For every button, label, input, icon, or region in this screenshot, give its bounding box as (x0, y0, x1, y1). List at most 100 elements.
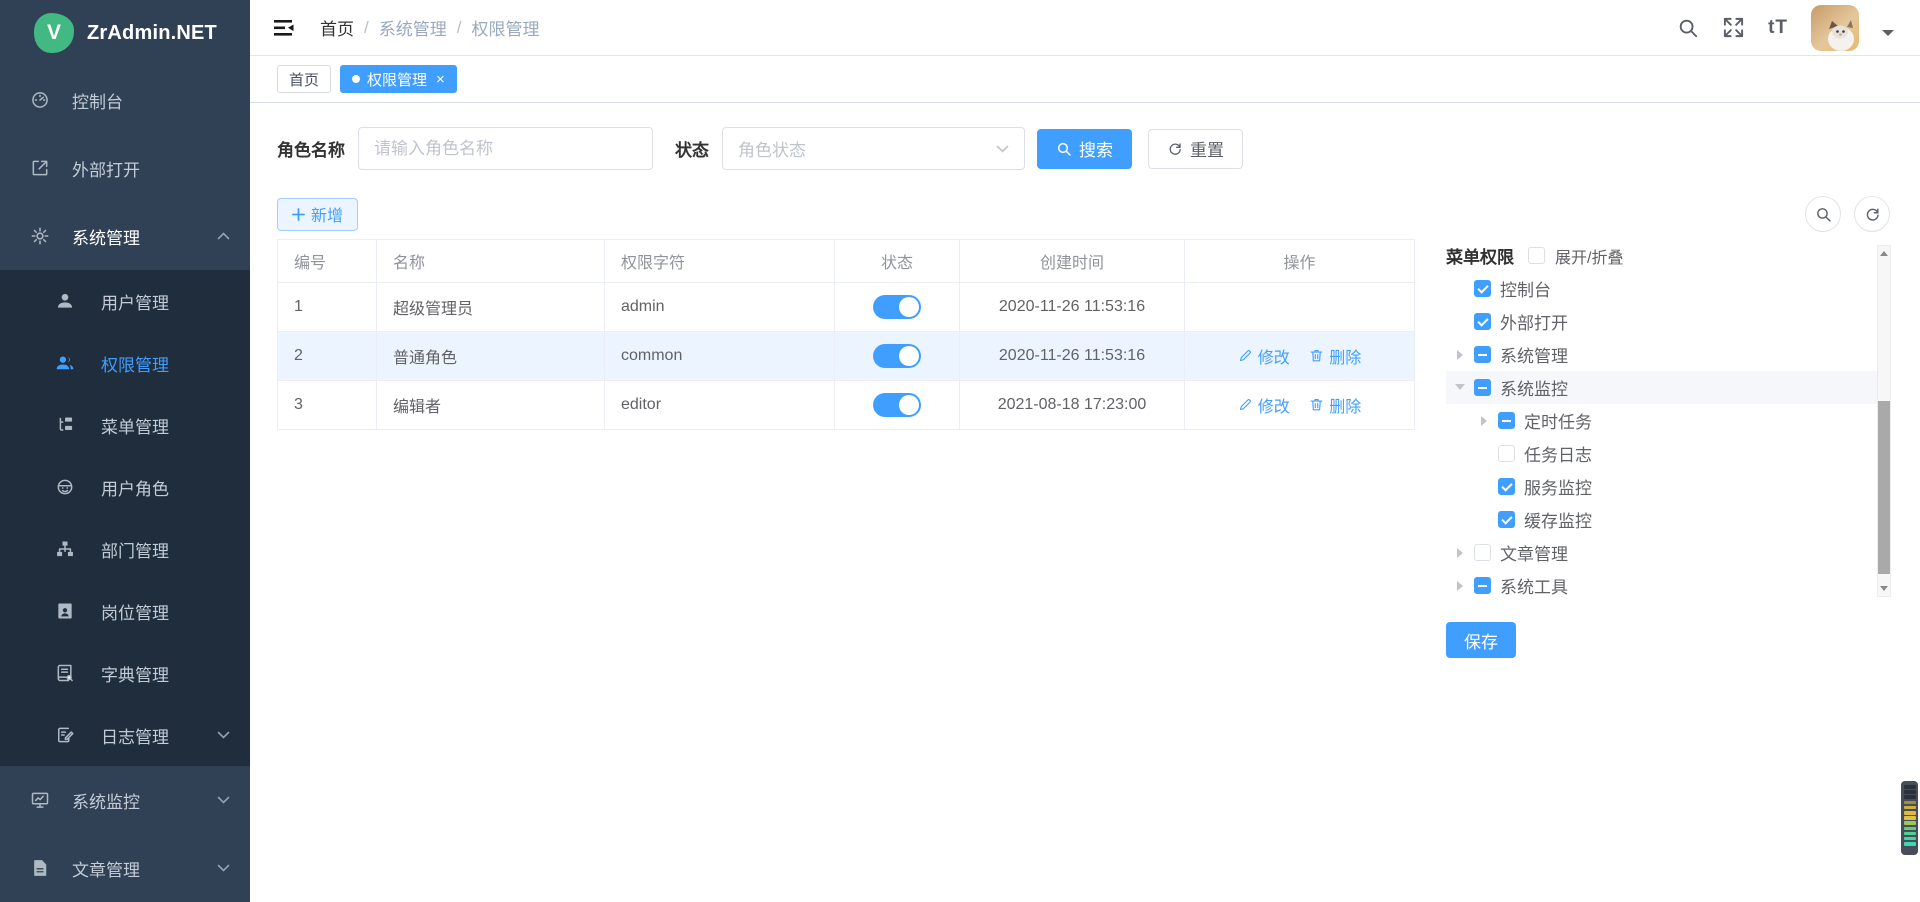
caret-down-icon[interactable] (1455, 384, 1465, 395)
sidebar-item-label: 文章管理 (72, 856, 140, 881)
status-select[interactable]: 角色状态 (722, 127, 1025, 170)
add-button[interactable]: 新增 (277, 198, 358, 231)
sidebar-item-external[interactable]: 外部打开 (0, 134, 250, 202)
logo-icon: V (34, 13, 74, 53)
tree-node-cache-monitor[interactable]: 缓存监控 (1446, 503, 1881, 536)
edit-button[interactable]: 修改 (1238, 393, 1290, 417)
delete-button[interactable]: 删除 (1309, 344, 1361, 368)
menu-permission-panel: 菜单权限 展开/折叠 控制台 外部打开 系统管理 (1446, 239, 1901, 658)
caret-down-icon[interactable] (1882, 30, 1894, 42)
scrollbar-thumb[interactable] (1878, 401, 1890, 574)
caret-right-icon[interactable] (1457, 548, 1468, 558)
checkbox-indeterminate[interactable] (1498, 412, 1515, 429)
sidebar-item-dict-mgmt[interactable]: 字典管理 (0, 642, 250, 704)
search-button-label: 搜索 (1079, 136, 1113, 161)
tree-node-console[interactable]: 控制台 (1446, 272, 1881, 305)
chevron-down-icon (217, 864, 230, 872)
expand-collapse-checkbox[interactable] (1528, 247, 1545, 264)
scroll-up-arrow[interactable] (1878, 246, 1890, 260)
tab-label: 首页 (289, 69, 319, 90)
breadcrumb-current: 权限管理 (471, 15, 539, 40)
chevron-down-icon (217, 731, 230, 739)
sidebar-item-label: 岗位管理 (101, 599, 169, 624)
refresh-icon (1167, 141, 1183, 157)
cell-name: 普通角色 (377, 332, 605, 381)
table-row[interactable]: 2 普通角色 common 2020-11-26 11:53:16 修改 (278, 332, 1415, 381)
document-icon (30, 858, 50, 878)
tree-node-label: 外部打开 (1500, 309, 1568, 334)
checkbox-checked[interactable] (1498, 478, 1515, 495)
sidebar-item-system-monitor[interactable]: 系统监控 (0, 766, 250, 834)
tree-node-task-log[interactable]: 任务日志 (1446, 437, 1881, 470)
caret-right-icon[interactable] (1457, 350, 1468, 360)
checkbox-checked[interactable] (1474, 313, 1491, 330)
expand-collapse-label: 展开/折叠 (1555, 244, 1623, 268)
cell-name: 超级管理员 (377, 283, 605, 332)
badge-icon (55, 601, 75, 621)
cell-actions (1185, 283, 1415, 332)
tree-node-scheduled-tasks[interactable]: 定时任务 (1446, 404, 1881, 437)
sidebar-item-post-mgmt[interactable]: 岗位管理 (0, 580, 250, 642)
sidebar-collapse-icon[interactable] (272, 17, 296, 39)
save-button[interactable]: 保存 (1446, 622, 1516, 658)
sidebar-item-log-mgmt[interactable]: 日志管理 (0, 704, 250, 766)
checkbox-unchecked[interactable] (1498, 445, 1515, 462)
status-toggle[interactable] (873, 295, 921, 319)
checkbox-checked[interactable] (1498, 511, 1515, 528)
close-icon[interactable]: × (436, 72, 445, 87)
reset-button[interactable]: 重置 (1148, 129, 1243, 169)
tree-node-label: 服务监控 (1524, 474, 1592, 499)
table-header-row: 编号 名称 权限字符 状态 创建时间 操作 (278, 240, 1415, 283)
tab-home[interactable]: 首页 (277, 65, 331, 93)
sidebar-item-menu-mgmt[interactable]: 菜单管理 (0, 394, 250, 456)
avatar[interactable] (1811, 5, 1859, 51)
breadcrumb-home[interactable]: 首页 (320, 15, 354, 40)
edit-icon (1238, 348, 1253, 363)
font-size-icon[interactable]: tT (1768, 17, 1788, 39)
tree-node-article-mgmt[interactable]: 文章管理 (1446, 536, 1881, 569)
checkbox-indeterminate[interactable] (1474, 577, 1491, 594)
sidebar-item-user-role[interactable]: 用户角色 (0, 456, 250, 518)
table-row[interactable]: 3 编辑者 editor 2021-08-18 17:23:00 修改 (278, 381, 1415, 430)
tree-node-system-mgmt[interactable]: 系统管理 (1446, 338, 1881, 371)
monitor-icon (30, 790, 50, 810)
tree-node-system-monitor[interactable]: 系统监控 (1446, 371, 1881, 404)
sidebar-item-label: 外部打开 (72, 156, 140, 181)
checkbox-indeterminate[interactable] (1474, 346, 1491, 363)
delete-button[interactable]: 删除 (1309, 393, 1361, 417)
expander-slot (1478, 416, 1498, 426)
checkbox-indeterminate[interactable] (1474, 379, 1491, 396)
status-toggle[interactable] (873, 344, 921, 368)
sidebar-item-dept-mgmt[interactable]: 部门管理 (0, 518, 250, 580)
tree-node-external[interactable]: 外部打开 (1446, 305, 1881, 338)
app-logo[interactable]: V ZrAdmin.NET (0, 0, 250, 66)
sidebar-item-article-mgmt[interactable]: 文章管理 (0, 834, 250, 902)
checkbox-checked[interactable] (1474, 280, 1491, 297)
table-toolbar: 新增 (277, 196, 1890, 232)
checkbox-unchecked[interactable] (1474, 544, 1491, 561)
fullscreen-icon[interactable] (1722, 16, 1745, 39)
table-row[interactable]: 1 超级管理员 admin 2020-11-26 11:53:16 (278, 283, 1415, 332)
search-button[interactable]: 搜索 (1037, 129, 1132, 169)
refresh-button[interactable] (1854, 196, 1890, 232)
search-icon (1056, 141, 1072, 157)
role-name-input[interactable] (358, 127, 653, 170)
tree-scrollbar[interactable] (1877, 245, 1891, 597)
sidebar-item-role-mgmt[interactable]: 权限管理 (0, 332, 250, 394)
caret-right-icon[interactable] (1457, 581, 1468, 591)
sidebar-item-system-mgmt[interactable]: 系统管理 (0, 202, 250, 270)
sidebar-item-user-mgmt[interactable]: 用户管理 (0, 270, 250, 332)
tab-role-mgmt[interactable]: 权限管理 × (340, 65, 457, 93)
show-search-button[interactable] (1805, 196, 1841, 232)
status-toggle[interactable] (873, 393, 921, 417)
sidebar-item-dashboard[interactable]: 控制台 (0, 66, 250, 134)
scroll-down-arrow[interactable] (1878, 582, 1890, 596)
caret-right-icon[interactable] (1481, 416, 1492, 426)
edit-button[interactable]: 修改 (1238, 344, 1290, 368)
tree-node-service-monitor[interactable]: 服务监控 (1446, 470, 1881, 503)
search-icon[interactable] (1677, 17, 1699, 39)
tree-node-system-tools[interactable]: 系统工具 (1446, 569, 1881, 602)
roles-table: 编号 名称 权限字符 状态 创建时间 操作 1 超级管理员 admin 202 (277, 239, 1415, 430)
chevron-down-icon (996, 145, 1009, 153)
tree-node-label: 定时任务 (1524, 408, 1592, 433)
